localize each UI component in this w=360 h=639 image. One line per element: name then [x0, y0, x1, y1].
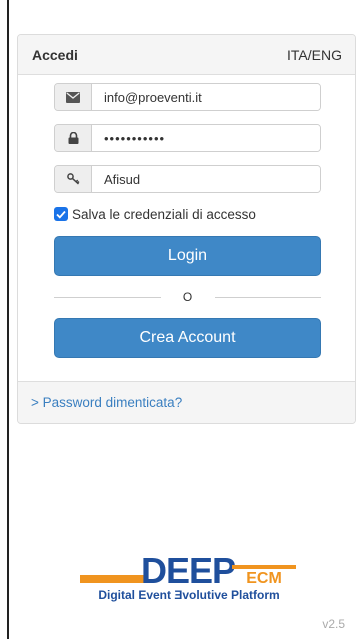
- remember-checkbox[interactable]: [54, 207, 68, 221]
- left-edge-rule: [7, 0, 9, 639]
- password-field[interactable]: [92, 125, 320, 151]
- code-input-group: [54, 165, 321, 193]
- login-form: Salva le credenziali di accesso Login O …: [54, 83, 321, 358]
- or-separator: O: [54, 276, 321, 318]
- remember-label: Salva le credenziali di accesso: [72, 206, 256, 222]
- logo-orange-accent: [232, 565, 296, 569]
- logo-sub-text: ECM: [246, 570, 282, 587]
- code-field[interactable]: [92, 166, 320, 192]
- deep-ecm-logo: DEEP ECM Digital Event Ǝvolutive Platfor…: [80, 553, 296, 602]
- check-icon: [56, 210, 66, 219]
- panel-header: Accedi ITA/ENG: [18, 35, 355, 75]
- create-account-button[interactable]: Crea Account: [54, 318, 321, 358]
- lock-icon: [55, 125, 92, 151]
- forgot-password-link[interactable]: > Password dimenticata?: [31, 395, 182, 410]
- separator-line-right: [214, 296, 321, 298]
- logo-main-text: DEEP: [141, 553, 235, 591]
- panel-title: Accedi: [32, 46, 78, 63]
- version-label: v2.5: [322, 617, 345, 631]
- password-input-group: [54, 124, 321, 152]
- login-button[interactable]: Login: [54, 236, 321, 276]
- panel-footer: > Password dimenticata?: [18, 381, 355, 423]
- separator-line-left: [54, 296, 161, 298]
- key-icon: [55, 166, 92, 192]
- logo-tagline: Digital Event Ǝvolutive Platform: [98, 588, 279, 602]
- remember-credentials[interactable]: Salva le credenziali di accesso: [54, 202, 321, 226]
- separator-text: O: [182, 290, 193, 304]
- email-input-group: [54, 83, 321, 111]
- envelope-icon: [55, 84, 92, 110]
- login-panel: Accedi ITA/ENG info@proeventi.it •••••••…: [17, 34, 356, 424]
- email-field[interactable]: [92, 84, 320, 110]
- logo-orange-bar: [80, 575, 144, 583]
- language-switch[interactable]: ITA/ENG: [287, 47, 342, 63]
